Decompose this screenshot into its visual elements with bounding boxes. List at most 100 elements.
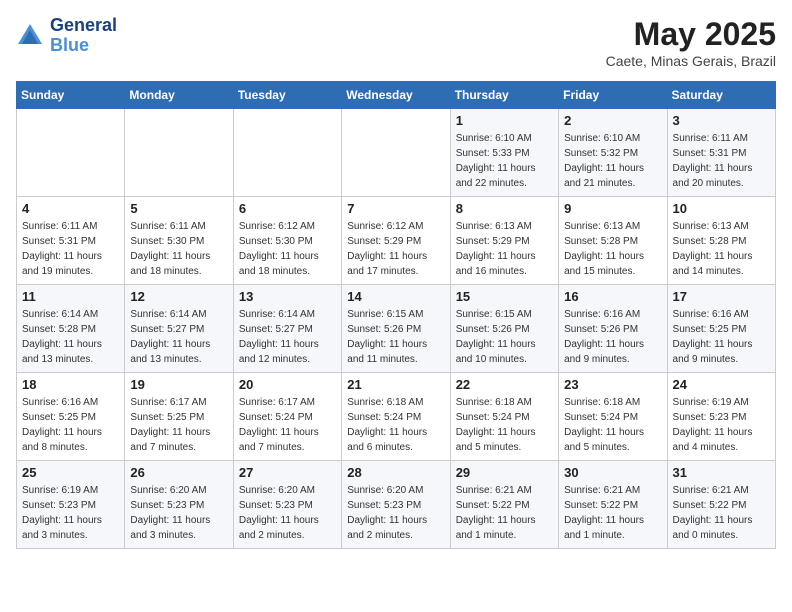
calendar-cell: 31 Sunrise: 6:21 AM Sunset: 5:22 PM Dayli… [667, 461, 775, 549]
day-info: Sunrise: 6:15 AM Sunset: 5:26 PM Dayligh… [347, 307, 444, 367]
day-number: 15 [456, 289, 553, 304]
col-header-monday: Monday [125, 82, 233, 109]
day-number: 29 [456, 465, 553, 480]
day-info: Sunrise: 6:12 AM Sunset: 5:30 PM Dayligh… [239, 219, 336, 279]
calendar-cell: 13Sunrise: 6:14 AM Sunset: 5:27 PM Dayli… [233, 285, 341, 373]
day-info: Sunrise: 6:20 AM Sunset: 5:23 PM Dayligh… [239, 483, 336, 543]
calendar-cell: 27 Sunrise: 6:20 AM Sunset: 5:23 PM Dayli… [233, 461, 341, 549]
calendar-cell: 1 Sunrise: 6:10 AM Sunset: 5:33 PM Daylig… [450, 109, 558, 197]
day-number: 30 [564, 465, 661, 480]
day-number: 27 [239, 465, 336, 480]
day-number: 21 [347, 377, 444, 392]
day-number: 22 [456, 377, 553, 392]
day-info: Sunrise: 6:11 AM Sunset: 5:31 PM Dayligh… [673, 131, 770, 191]
calendar-cell: 9 Sunrise: 6:13 AM Sunset: 5:28 PM Daylig… [559, 197, 667, 285]
day-number: 14 [347, 289, 444, 304]
day-info: Sunrise: 6:13 AM Sunset: 5:28 PM Dayligh… [564, 219, 661, 279]
day-number: 8 [456, 201, 553, 216]
calendar-cell: 11 Sunrise: 6:14 AM Sunset: 5:28 PM Dayli… [17, 285, 125, 373]
logo-text: General Blue [50, 16, 117, 56]
day-info: Sunrise: 6:18 AM Sunset: 5:24 PM Dayligh… [347, 395, 444, 455]
calendar-table: SundayMondayTuesdayWednesdayThursdayFrid… [16, 81, 776, 549]
day-number: 5 [130, 201, 227, 216]
calendar-cell: 8 Sunrise: 6:13 AM Sunset: 5:29 PM Daylig… [450, 197, 558, 285]
calendar-cell: 18 Sunrise: 6:16 AM Sunset: 5:25 PM Dayli… [17, 373, 125, 461]
day-number: 9 [564, 201, 661, 216]
day-number: 28 [347, 465, 444, 480]
day-info: Sunrise: 6:12 AM Sunset: 5:29 PM Dayligh… [347, 219, 444, 279]
col-header-sunday: Sunday [17, 82, 125, 109]
calendar-cell [233, 109, 341, 197]
calendar-cell: 23 Sunrise: 6:18 AM Sunset: 5:24 PM Dayli… [559, 373, 667, 461]
day-number: 7 [347, 201, 444, 216]
day-info: Sunrise: 6:16 AM Sunset: 5:25 PM Dayligh… [22, 395, 119, 455]
calendar-cell: 7 Sunrise: 6:12 AM Sunset: 5:29 PM Daylig… [342, 197, 450, 285]
calendar-cell [17, 109, 125, 197]
day-info: Sunrise: 6:16 AM Sunset: 5:26 PM Dayligh… [564, 307, 661, 367]
day-info: Sunrise: 6:20 AM Sunset: 5:23 PM Dayligh… [130, 483, 227, 543]
col-header-friday: Friday [559, 82, 667, 109]
logo-icon [16, 22, 44, 50]
day-number: 16 [564, 289, 661, 304]
day-number: 4 [22, 201, 119, 216]
day-info: Sunrise: 6:11 AM Sunset: 5:31 PM Dayligh… [22, 219, 119, 279]
calendar-cell: 10 Sunrise: 6:13 AM Sunset: 5:28 PM Dayli… [667, 197, 775, 285]
day-info: Sunrise: 6:19 AM Sunset: 5:23 PM Dayligh… [22, 483, 119, 543]
calendar-cell: 4 Sunrise: 6:11 AM Sunset: 5:31 PM Daylig… [17, 197, 125, 285]
day-number: 3 [673, 113, 770, 128]
day-number: 25 [22, 465, 119, 480]
calendar-cell: 17Sunrise: 6:16 AM Sunset: 5:25 PM Dayli… [667, 285, 775, 373]
calendar-cell: 25 Sunrise: 6:19 AM Sunset: 5:23 PM Dayli… [17, 461, 125, 549]
calendar-cell: 26 Sunrise: 6:20 AM Sunset: 5:23 PM Dayli… [125, 461, 233, 549]
day-number: 10 [673, 201, 770, 216]
day-number: 17 [673, 289, 770, 304]
day-info: Sunrise: 6:13 AM Sunset: 5:28 PM Dayligh… [673, 219, 770, 279]
calendar-cell: 14 Sunrise: 6:15 AM Sunset: 5:26 PM Dayli… [342, 285, 450, 373]
col-header-thursday: Thursday [450, 82, 558, 109]
day-info: Sunrise: 6:20 AM Sunset: 5:23 PM Dayligh… [347, 483, 444, 543]
calendar-cell: 30 Sunrise: 6:21 AM Sunset: 5:22 PM Dayli… [559, 461, 667, 549]
day-number: 26 [130, 465, 227, 480]
day-info: Sunrise: 6:14 AM Sunset: 5:27 PM Dayligh… [239, 307, 336, 367]
day-info: Sunrise: 6:18 AM Sunset: 5:24 PM Dayligh… [456, 395, 553, 455]
page-header: General Blue May 2025 Caete, Minas Gerai… [16, 16, 776, 69]
day-info: Sunrise: 6:21 AM Sunset: 5:22 PM Dayligh… [673, 483, 770, 543]
day-number: 18 [22, 377, 119, 392]
calendar-cell [125, 109, 233, 197]
calendar-cell: 28 Sunrise: 6:20 AM Sunset: 5:23 PM Dayli… [342, 461, 450, 549]
day-info: Sunrise: 6:21 AM Sunset: 5:22 PM Dayligh… [564, 483, 661, 543]
day-number: 1 [456, 113, 553, 128]
calendar-cell: 21 Sunrise: 6:18 AM Sunset: 5:24 PM Dayli… [342, 373, 450, 461]
calendar-cell: 5 Sunrise: 6:11 AM Sunset: 5:30 PM Daylig… [125, 197, 233, 285]
day-number: 2 [564, 113, 661, 128]
day-number: 20 [239, 377, 336, 392]
day-number: 6 [239, 201, 336, 216]
day-info: Sunrise: 6:10 AM Sunset: 5:32 PM Dayligh… [564, 131, 661, 191]
day-info: Sunrise: 6:15 AM Sunset: 5:26 PM Dayligh… [456, 307, 553, 367]
col-header-saturday: Saturday [667, 82, 775, 109]
day-number: 12 [130, 289, 227, 304]
calendar-cell: 12 Sunrise: 6:14 AM Sunset: 5:27 PM Dayli… [125, 285, 233, 373]
calendar-cell: 6 Sunrise: 6:12 AM Sunset: 5:30 PM Daylig… [233, 197, 341, 285]
day-info: Sunrise: 6:19 AM Sunset: 5:23 PM Dayligh… [673, 395, 770, 455]
day-number: 11 [22, 289, 119, 304]
day-info: Sunrise: 6:14 AM Sunset: 5:28 PM Dayligh… [22, 307, 119, 367]
calendar-cell: 3 Sunrise: 6:11 AM Sunset: 5:31 PM Daylig… [667, 109, 775, 197]
day-info: Sunrise: 6:14 AM Sunset: 5:27 PM Dayligh… [130, 307, 227, 367]
day-info: Sunrise: 6:17 AM Sunset: 5:25 PM Dayligh… [130, 395, 227, 455]
day-info: Sunrise: 6:13 AM Sunset: 5:29 PM Dayligh… [456, 219, 553, 279]
day-info: Sunrise: 6:11 AM Sunset: 5:30 PM Dayligh… [130, 219, 227, 279]
day-info: Sunrise: 6:17 AM Sunset: 5:24 PM Dayligh… [239, 395, 336, 455]
calendar-cell: 20 Sunrise: 6:17 AM Sunset: 5:24 PM Dayli… [233, 373, 341, 461]
title-block: May 2025 Caete, Minas Gerais, Brazil [606, 16, 776, 69]
day-info: Sunrise: 6:10 AM Sunset: 5:33 PM Dayligh… [456, 131, 553, 191]
day-number: 23 [564, 377, 661, 392]
day-number: 31 [673, 465, 770, 480]
calendar-cell: 24Sunrise: 6:19 AM Sunset: 5:23 PM Dayli… [667, 373, 775, 461]
calendar-cell: 15 Sunrise: 6:15 AM Sunset: 5:26 PM Dayli… [450, 285, 558, 373]
location: Caete, Minas Gerais, Brazil [606, 53, 776, 69]
col-header-tuesday: Tuesday [233, 82, 341, 109]
calendar-cell [342, 109, 450, 197]
calendar-cell: 2 Sunrise: 6:10 AM Sunset: 5:32 PM Daylig… [559, 109, 667, 197]
day-info: Sunrise: 6:18 AM Sunset: 5:24 PM Dayligh… [564, 395, 661, 455]
